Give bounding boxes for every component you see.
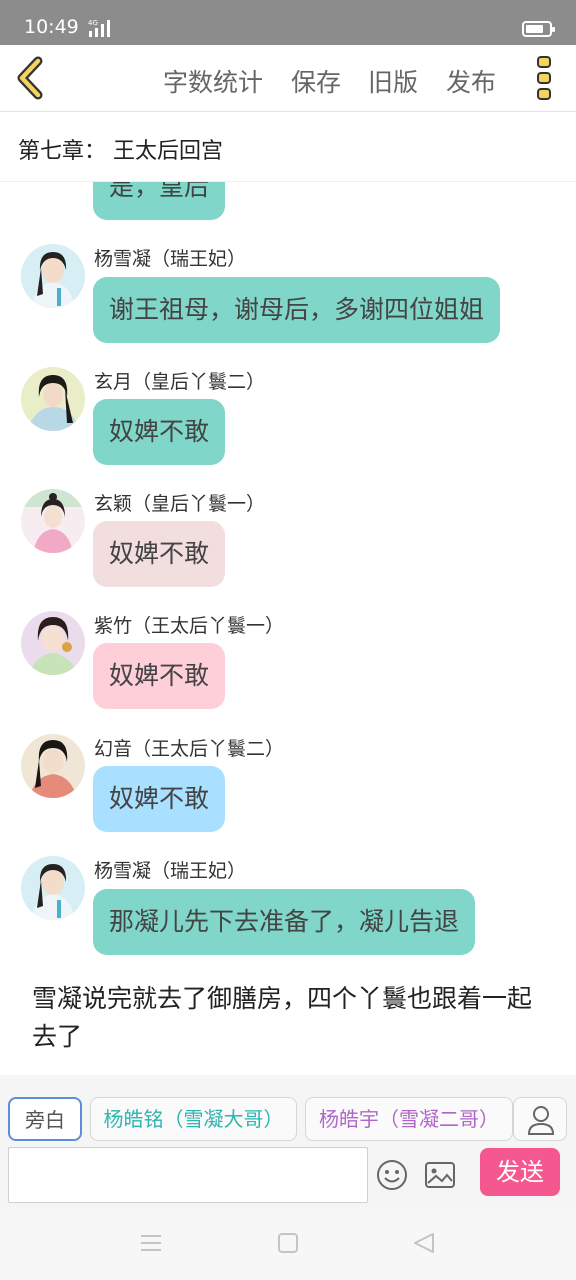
message-bubble[interactable]: 奴婢不敢 (93, 643, 226, 709)
speaker-name: 杨雪凝（瑞王妃） (94, 248, 247, 270)
message-bubble[interactable]: 奴婢不敢 (93, 766, 226, 832)
character-manage-button[interactable] (513, 1097, 567, 1141)
message-bubble[interactable]: 奴婢不敢 (93, 521, 226, 587)
narration-text[interactable]: 雪凝说完就去了御膳房，四个丫鬟也跟着一起去了 (32, 980, 552, 1056)
speaker-name: 紫竹（王太后丫鬟一） (94, 615, 285, 637)
avatar[interactable] (21, 611, 85, 675)
image-icon[interactable] (424, 1161, 456, 1189)
avatar[interactable] (21, 367, 85, 431)
avatar[interactable] (21, 244, 85, 308)
message-bubble[interactable]: 谢王祖母，谢母后，多谢四位姐姐 (93, 277, 501, 343)
more-options-icon[interactable] (532, 54, 556, 102)
speaker-name: 玄颖（皇后丫鬟一） (94, 493, 266, 515)
word-count-button[interactable]: 字数统计 (163, 63, 263, 99)
speaker-name: 杨雪凝（瑞王妃） (94, 860, 247, 882)
composer-panel: 旁白 杨皓铭（雪凝大哥） 杨皓宇（雪凝二哥） 发送 (0, 1075, 576, 1209)
speaker-name: 幻音（王太后丫鬟二） (94, 738, 285, 760)
status-bar: 10:49 4G (0, 0, 576, 45)
old-version-button[interactable]: 旧版 (368, 63, 418, 99)
character-chip-narrator[interactable]: 旁白 (8, 1097, 82, 1141)
network-label: 4G (88, 19, 98, 27)
character-chip[interactable]: 杨皓宇（雪凝二哥） (305, 1097, 513, 1141)
save-button[interactable]: 保存 (291, 63, 341, 99)
chat-list[interactable]: 是，皇后 杨雪凝（瑞王妃） 谢王祖母，谢母后，多谢四位姐姐 玄月（皇后丫鬟二） … (0, 182, 576, 1075)
message-input[interactable] (8, 1147, 368, 1203)
system-nav-bar (0, 1209, 576, 1280)
avatar[interactable] (21, 734, 85, 798)
character-chip[interactable]: 杨皓铭（雪凝大哥） (90, 1097, 297, 1141)
message-bubble[interactable]: 奴婢不敢 (93, 399, 226, 465)
emoji-icon[interactable] (376, 1159, 408, 1191)
menu-icon[interactable] (140, 1233, 162, 1253)
chapter-header: 第七章： 王太后回宫 (0, 112, 576, 182)
status-time: 10:49 (24, 16, 79, 38)
publish-button[interactable]: 发布 (446, 63, 496, 99)
back-triangle-icon[interactable] (413, 1233, 435, 1253)
message-bubble[interactable]: 是，皇后 (93, 182, 226, 220)
send-button[interactable]: 发送 (480, 1148, 560, 1196)
back-arrow-icon[interactable] (12, 55, 52, 101)
avatar[interactable] (21, 489, 85, 553)
top-toolbar: 字数统计 保存 旧版 发布 (0, 45, 576, 112)
speaker-name: 玄月（皇后丫鬟二） (94, 371, 266, 393)
home-icon[interactable] (278, 1233, 298, 1253)
chapter-title: 第七章： 王太后回宫 (18, 139, 223, 164)
battery-icon (522, 21, 555, 37)
person-icon (527, 1106, 555, 1135)
signal-icon: 4G (88, 19, 110, 37)
avatar[interactable] (21, 856, 85, 920)
message-bubble[interactable]: 那凝儿先下去准备了，凝儿告退 (93, 889, 476, 955)
